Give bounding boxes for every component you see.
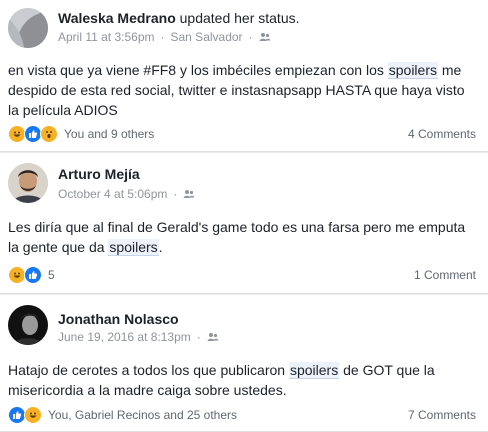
separator: · — [248, 30, 253, 44]
avatar[interactable] — [8, 163, 48, 203]
post-text-part: Les diría que al final de Gerald's game … — [8, 219, 466, 255]
comments-count[interactable]: 4 Comments — [408, 127, 476, 141]
post-text: Hatajo de cerotes a todos los que public… — [8, 360, 478, 400]
surprised-face-icon — [40, 125, 58, 143]
post-meta: June 19, 2016 at 8:13pm · — [58, 330, 219, 344]
post-timestamp[interactable]: April 11 at 3:56pm — [58, 30, 155, 44]
author-name[interactable]: Jonathan Nolasco — [58, 311, 179, 327]
post-text-part: en vista que ya viene #FF8 y los imbécil… — [8, 62, 388, 78]
avatar[interactable] — [8, 8, 48, 48]
post-card: Waleska Medrano updated her status. Apri… — [0, 0, 488, 152]
laughing-face-icon — [24, 406, 42, 424]
post-header: Arturo Mejía — [58, 166, 140, 182]
comments-count[interactable]: 1 Comment — [414, 268, 476, 282]
separator: · — [173, 187, 178, 201]
post-location[interactable]: San Salvador — [171, 30, 243, 44]
author-name[interactable]: Arturo Mejía — [58, 166, 140, 182]
friends-icon[interactable] — [183, 188, 195, 200]
comments-count[interactable]: 7 Comments — [408, 408, 476, 422]
post-card: Arturo Mejía October 4 at 5:06pm · Les d… — [0, 153, 488, 294]
post-text-part: Hatajo de cerotes a todos los que public… — [8, 362, 289, 378]
post-meta: October 4 at 5:06pm · — [58, 187, 195, 201]
separator: · — [196, 330, 201, 344]
post-meta: April 11 at 3:56pm · San Salvador · — [58, 30, 271, 44]
reaction-bar[interactable]: 5 — [8, 266, 55, 284]
keyword-highlight[interactable]: spoilers — [108, 239, 159, 256]
reaction-bar[interactable]: You and 9 others — [8, 125, 154, 143]
post-header: Jonathan Nolasco — [58, 311, 179, 327]
friends-icon[interactable] — [259, 31, 271, 43]
post-card: Jonathan Nolasco June 19, 2016 at 8:13pm… — [0, 295, 488, 432]
post-action: updated her status. — [179, 10, 300, 26]
post-text: Les diría que al final de Gerald's game … — [8, 217, 478, 257]
keyword-highlight[interactable]: spoilers — [288, 362, 340, 379]
avatar[interactable] — [8, 305, 48, 345]
reaction-count[interactable]: You and 9 others — [64, 127, 154, 141]
post-text-part: . — [158, 239, 163, 255]
post-text: en vista que ya viene #FF8 y los imbécil… — [8, 60, 478, 120]
thumbs-up-icon — [24, 266, 42, 284]
post-timestamp[interactable]: June 19, 2016 at 8:13pm — [58, 330, 191, 344]
keyword-highlight[interactable]: spoilers — [387, 62, 438, 79]
author-name[interactable]: Waleska Medrano — [58, 10, 176, 26]
reaction-count[interactable]: You, Gabriel Recinos and 25 others — [48, 408, 237, 422]
post-timestamp[interactable]: October 4 at 5:06pm — [58, 187, 167, 201]
friends-icon[interactable] — [207, 331, 219, 343]
reaction-bar[interactable]: You, Gabriel Recinos and 25 others — [8, 406, 237, 424]
post-header: Waleska Medrano updated her status. — [58, 10, 300, 26]
reaction-count[interactable]: 5 — [48, 268, 55, 282]
separator: · — [160, 30, 165, 44]
